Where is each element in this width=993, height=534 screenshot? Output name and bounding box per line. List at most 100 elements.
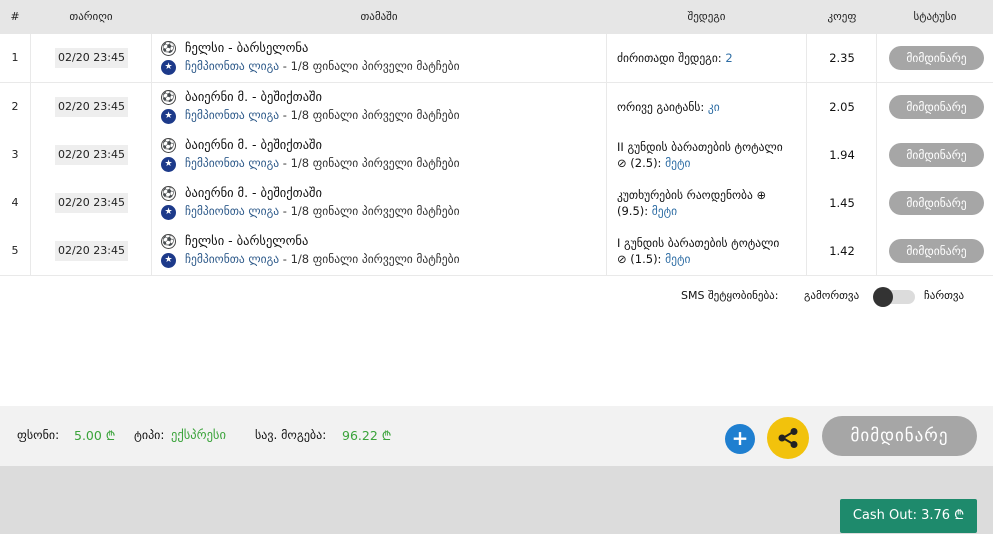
market-value: მეტი xyxy=(665,252,691,266)
header-match: თამაში xyxy=(360,10,398,23)
odds-value: 1.94 xyxy=(829,148,855,162)
odds-value: 2.05 xyxy=(829,100,855,114)
soccer-ball-icon: ⚽ xyxy=(161,41,176,56)
share-icon xyxy=(778,428,798,448)
odds-value: 1.42 xyxy=(829,244,855,258)
type-value: ექსპრესი xyxy=(171,427,226,442)
win-label: სავ. მოგება: xyxy=(255,428,327,442)
share-button[interactable] xyxy=(767,417,809,459)
league-line: ჩემპიონთა ლიგა - 1/8 ფინალი პირველი მატჩ… xyxy=(185,204,460,218)
column-divider xyxy=(30,34,31,275)
league-line: ჩემპიონთა ლიგა - 1/8 ფინალი პირველი მატჩ… xyxy=(185,59,460,73)
champions-league-icon: ★ xyxy=(161,157,176,172)
status-badge: მიმდინარე xyxy=(889,143,984,167)
league-name[interactable]: ჩემპიონთა ლიგა xyxy=(185,252,279,266)
column-divider xyxy=(806,34,807,275)
stake-label: ფსონი: xyxy=(17,428,60,442)
header-status: სტატუსი xyxy=(913,10,957,23)
market-param: (9.5): xyxy=(617,204,652,218)
row-number: 3 xyxy=(11,148,19,161)
stake-value: 5.00 ₾ xyxy=(74,428,116,443)
table-row: 1 02/20 23:45 ⚽ ჩელსი - ბარსელონა ★ ჩემპ… xyxy=(0,34,993,83)
market-cell: ორივე გაიტანს: კი xyxy=(617,99,720,115)
soccer-ball-icon: ⚽ xyxy=(161,138,176,153)
soccer-ball-icon: ⚽ xyxy=(161,234,176,249)
market-line2: ⊘ (2.5): მეტი xyxy=(617,155,783,171)
match-name[interactable]: ჩელსი - ბარსელონა xyxy=(185,40,308,55)
odds-value: 1.45 xyxy=(829,196,855,210)
champions-league-icon: ★ xyxy=(161,60,176,75)
row-date: 02/20 23:45 xyxy=(55,48,128,68)
market-cell: ძირითადი შედეგი: 2 xyxy=(617,50,733,66)
market-cell: I გუნდის ბარათების ტოტალი ⊘ (1.5): მეტი xyxy=(617,235,779,267)
league-round: - 1/8 ფინალი პირველი მატჩები xyxy=(279,108,460,122)
row-number: 2 xyxy=(11,100,19,113)
type-label: ტიპი: xyxy=(134,428,165,442)
status-badge: მიმდინარე xyxy=(889,239,984,263)
market-cell: II გუნდის ბარათების ტოტალი ⊘ (2.5): მეტი xyxy=(617,139,783,171)
column-divider xyxy=(151,34,152,275)
league-line: ჩემპიონთა ლიგა - 1/8 ფინალი პირველი მატჩ… xyxy=(185,108,460,122)
status-badge: მიმდინარე xyxy=(889,46,984,70)
market-label: ძირითადი შედეგი: xyxy=(617,51,726,65)
league-name[interactable]: ჩემპიონთა ლიგა xyxy=(185,156,279,170)
market-line2: (9.5): მეტი xyxy=(617,203,766,219)
market-value: მეტი xyxy=(651,204,678,218)
league-name[interactable]: ჩემპიონთა ლიგა xyxy=(185,204,279,218)
league-name[interactable]: ჩემპიონთა ლიგა xyxy=(185,108,279,122)
sms-label: SMS შეტყობინება: xyxy=(681,289,779,302)
column-divider xyxy=(876,34,877,275)
league-line: ჩემპიონთა ლიგა - 1/8 ფინალი პირველი მატჩ… xyxy=(185,156,460,170)
market-value: 2 xyxy=(725,51,733,65)
header-date: თარიღი xyxy=(69,10,113,23)
soccer-ball-icon: ⚽ xyxy=(161,90,176,105)
cash-out-button[interactable]: Cash Out: 3.76 ₾ xyxy=(840,499,977,533)
champions-league-icon: ★ xyxy=(161,205,176,220)
sms-on-label[interactable]: ჩართვა xyxy=(924,289,964,302)
odds-value: 2.35 xyxy=(829,51,855,65)
sms-toggle-knob[interactable] xyxy=(873,287,893,307)
table-row: 3 02/20 23:45 ⚽ ბაიერნი მ. - ბეშიქთაში ★… xyxy=(0,131,993,180)
row-date: 02/20 23:45 xyxy=(55,193,128,213)
row-date: 02/20 23:45 xyxy=(55,145,128,165)
table-header: # თარიღი თამაში შედეგი კოეფ სტატუსი xyxy=(0,0,993,34)
market-param: ⊘ (2.5): xyxy=(617,156,666,170)
row-number: 1 xyxy=(11,51,19,64)
market-value: მეტი xyxy=(665,156,691,170)
market-cell: კუთხურების რაოდენობა ⊕ (9.5): მეტი xyxy=(617,187,766,219)
header-market: შედეგი xyxy=(687,10,726,23)
win-value: 96.22 ₾ xyxy=(342,428,392,443)
champions-league-icon: ★ xyxy=(161,109,176,124)
table-row: 5 02/20 23:45 ⚽ ჩელსი - ბარსელონა ★ ჩემპ… xyxy=(0,227,993,276)
champions-league-icon: ★ xyxy=(161,253,176,268)
league-round: - 1/8 ფინალი პირველი მატჩები xyxy=(279,252,460,266)
league-line: ჩემპიონთა ლიგა - 1/8 ფინალი პირველი მატჩ… xyxy=(185,252,460,266)
bet-status-button[interactable]: მიმდინარე xyxy=(822,416,977,456)
status-badge: მიმდინარე xyxy=(889,95,984,119)
market-label: ორივე გაიტანს: xyxy=(617,100,708,114)
row-date: 02/20 23:45 xyxy=(55,97,128,117)
market-value: კი xyxy=(707,100,720,114)
market-param: ⊘ (1.5): xyxy=(617,252,666,266)
sms-off-label[interactable]: გამორთვა xyxy=(804,289,859,302)
row-number: 5 xyxy=(11,244,19,257)
market-label: II გუნდის ბარათების ტოტალი xyxy=(617,140,783,154)
status-badge: მიმდინარე xyxy=(889,191,984,215)
soccer-ball-icon: ⚽ xyxy=(161,186,176,201)
column-divider xyxy=(606,34,607,275)
match-name[interactable]: ბაიერნი მ. - ბეშიქთაში xyxy=(185,185,322,200)
match-name[interactable]: ბაიერნი მ. - ბეშიქთაში xyxy=(185,89,322,104)
league-round: - 1/8 ფინალი პირველი მატჩები xyxy=(279,59,460,73)
row-number: 4 xyxy=(11,196,19,209)
table-row: 2 02/20 23:45 ⚽ ბაიერნი მ. - ბეშიქთაში ★… xyxy=(0,83,993,132)
plus-icon[interactable]: + xyxy=(725,424,755,454)
league-round: - 1/8 ფინალი პირველი მატჩები xyxy=(279,204,460,218)
match-name[interactable]: ბაიერნი მ. - ბეშიქთაში xyxy=(185,137,322,152)
league-name[interactable]: ჩემპიონთა ლიგა xyxy=(185,59,279,73)
league-round: - 1/8 ფინალი პირველი მატჩები xyxy=(279,156,460,170)
header-odds: კოეფ xyxy=(827,10,857,23)
market-label: I გუნდის ბარათების ტოტალი xyxy=(617,236,780,250)
match-name[interactable]: ჩელსი - ბარსელონა xyxy=(185,233,308,248)
row-date: 02/20 23:45 xyxy=(55,241,128,261)
market-line2: ⊘ (1.5): მეტი xyxy=(617,251,779,267)
